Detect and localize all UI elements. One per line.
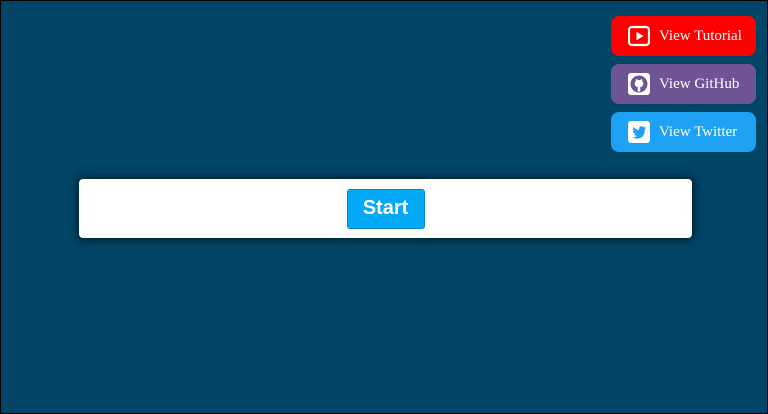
youtube-icon [628, 25, 650, 47]
start-panel: Start [79, 179, 692, 238]
start-button[interactable]: Start [346, 188, 425, 229]
github-icon [628, 73, 650, 95]
view-tutorial-button[interactable]: View Tutorial [611, 16, 756, 56]
view-twitter-button[interactable]: View Twitter [611, 112, 756, 152]
app-screen: View Tutorial View GitHub View Twitter S… [1, 1, 767, 413]
view-tutorial-label: View Tutorial [659, 27, 742, 44]
twitter-icon [628, 121, 650, 143]
view-twitter-label: View Twitter [659, 123, 738, 140]
view-github-button[interactable]: View GitHub [611, 64, 756, 104]
social-links: View Tutorial View GitHub View Twitter [611, 16, 756, 160]
view-github-label: View GitHub [659, 75, 740, 92]
